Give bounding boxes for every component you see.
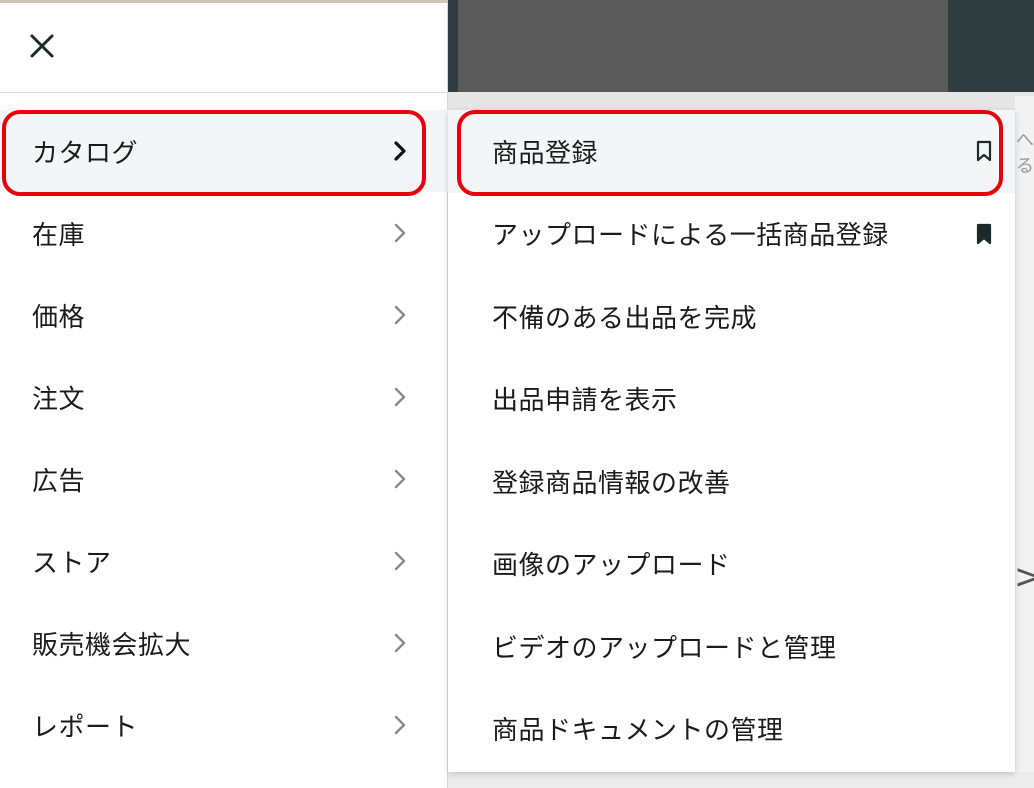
category-label: レポート	[32, 712, 139, 743]
submenu-item[interactable]: 不備のある出品を完成	[448, 275, 1015, 358]
submenu-label: 登録商品情報の改善	[492, 468, 731, 499]
category-label: 注文	[32, 384, 86, 415]
chevron-right-icon	[394, 551, 406, 571]
background-chevron-icon: >	[1014, 557, 1034, 597]
chevron-right-icon	[394, 633, 406, 653]
submenu-label: アップロードによる一括商品登録	[492, 221, 889, 252]
navigation-drawer: カタログ在庫価格注文広告ストア販売機会拡大 レポート	[0, 0, 448, 788]
category-label: ストア	[32, 548, 112, 579]
category-label: 販売機会拡大	[32, 630, 192, 661]
category-item[interactable]: 販売機会拡大	[0, 602, 448, 684]
chevron-right-icon	[394, 387, 406, 407]
submenu-list: 商品登録アップロードによる一括商品登録 不備のある出品を完成 出品申請を表示登録商品…	[448, 110, 1015, 770]
category-label: 在庫	[32, 220, 86, 251]
category-item[interactable]: 在庫	[0, 192, 448, 274]
submenu-label: ビデオのアップロードと管理	[492, 633, 837, 664]
close-button[interactable]	[24, 24, 60, 68]
close-icon	[30, 34, 54, 58]
background-banner	[458, 0, 948, 92]
category-item[interactable]: 広告	[0, 438, 448, 520]
submenu-label: 不備のある出品を完成	[492, 303, 758, 334]
bookmark-icon[interactable]	[975, 223, 993, 245]
category-item[interactable]: ストア	[0, 520, 448, 602]
category-item[interactable]: カタログ	[0, 110, 448, 196]
submenu-item[interactable]: 商品ドキュメントの管理	[448, 688, 1015, 771]
submenu-label: 出品申請を表示	[492, 386, 678, 417]
chevron-right-icon	[394, 223, 406, 243]
submenu-item[interactable]: 商品登録	[448, 110, 1015, 196]
bookmark-icon[interactable]	[975, 140, 993, 162]
app-root: へる > カタログ在庫価格注文広告ストア販売機会拡大 レポート 商品登録アップロー…	[0, 0, 1034, 788]
submenu-item[interactable]: 画像のアップロード	[448, 523, 1015, 606]
chevron-right-icon	[394, 469, 406, 489]
background-footer	[448, 772, 1034, 788]
chevron-right-icon	[394, 715, 406, 735]
submenu-item[interactable]: 登録商品情報の改善	[448, 440, 1015, 523]
submenu-item[interactable]: 出品申請を表示	[448, 358, 1015, 441]
drawer-divider	[0, 92, 448, 93]
chevron-right-icon	[394, 305, 406, 325]
background-partial-text: へる	[1016, 130, 1034, 177]
submenu-label: 商品ドキュメントの管理	[492, 716, 784, 747]
submenu-item[interactable]: ビデオのアップロードと管理	[448, 605, 1015, 688]
submenu-item[interactable]: アップロードによる一括商品登録	[448, 193, 1015, 276]
submenu-panel: 商品登録アップロードによる一括商品登録 不備のある出品を完成 出品申請を表示登録商品…	[448, 110, 1015, 772]
category-item[interactable]: 価格	[0, 274, 448, 356]
top-accent-bar	[0, 0, 448, 3]
background-strip	[448, 92, 1034, 110]
category-item[interactable]: レポート	[0, 684, 448, 766]
submenu-label: 商品登録	[492, 138, 599, 169]
chevron-right-icon	[394, 141, 406, 161]
category-label: 広告	[32, 466, 86, 497]
submenu-label: 画像のアップロード	[492, 551, 731, 582]
background-page	[1015, 96, 1034, 788]
category-label: 価格	[32, 302, 86, 333]
category-label: カタログ	[32, 138, 139, 169]
category-item[interactable]: 注文	[0, 356, 448, 438]
category-list: カタログ在庫価格注文広告ストア販売機会拡大 レポート	[0, 110, 448, 766]
